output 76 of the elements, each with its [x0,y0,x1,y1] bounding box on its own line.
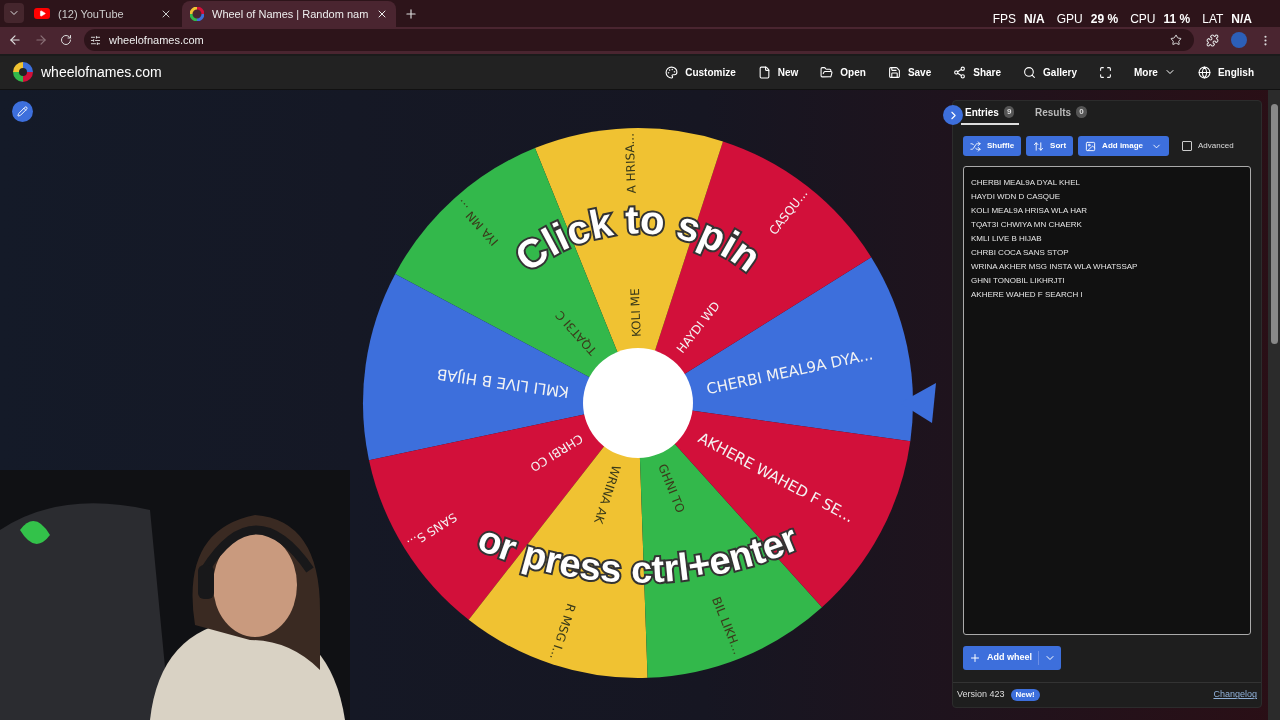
entry-line: WRINA AKHER MSG INSTA WLA WHATSSAP [971,261,1139,273]
menu-button[interactable]: Gallery [1023,64,1077,80]
plus-icon [969,652,981,664]
extensions-icon[interactable] [1206,33,1219,47]
scrollbar-thumb[interactable] [1270,104,1278,344]
edit-button[interactable] [12,101,33,122]
image-icon [1085,140,1097,152]
address-bar[interactable]: wheelofnames.com [84,29,1194,52]
new-tab-icon[interactable] [404,6,419,21]
add-wheel-button[interactable]: Add wheel [963,646,1061,670]
fullscreen-icon[interactable] [1098,65,1112,79]
changelog-link[interactable]: Changelog [1213,688,1257,702]
panel-tab[interactable]: Entries 9 [961,101,1019,125]
new-badge: New! [1010,689,1040,701]
stat-label: GPU [1056,11,1083,28]
stat-label: CPU [1130,11,1156,28]
palette-icon [665,65,679,79]
share-icon [953,65,967,79]
menu-button[interactable]: New [757,64,799,80]
toolbar-button[interactable]: Shuffle [963,136,1022,156]
globe-icon [1197,65,1211,79]
entries-field[interactable] [963,166,1251,635]
address-text: wheelofnames.com [109,32,204,48]
collapse-button[interactable] [943,105,963,125]
slice-label: GHNI TO [655,461,688,515]
sort-icon [1033,140,1045,152]
entry-line: CHERBI MEAL9A DYAL KHEL [971,177,1081,189]
entry-line: KMLI LIVE B HIJAB [971,233,1043,245]
site-logo-text[interactable]: wheelofnames.com [41,61,162,83]
stat-value: N/A [1231,11,1252,28]
tab-list-button[interactable] [4,2,24,23]
pencil-icon [17,106,28,117]
version-text: Version 423 [957,688,1005,702]
folder-icon [820,65,834,79]
menu-button[interactable]: Share [953,64,1002,80]
slice-label: KMLI LIVE B HIJAB [435,364,571,402]
stat-label: FPS [992,11,1017,28]
slice-label: KOLI ME [628,288,644,338]
menu-button[interactable]: Save [887,64,932,80]
entry-line: HAYDI WDN D CASQUE [971,191,1062,203]
panel-tab[interactable]: Results 0 [1031,101,1091,125]
entry-line: TQAT3I CHWIYA MN CHAERK [971,219,1083,231]
slice-label: IYA MN ... [452,197,502,249]
reload-icon[interactable] [60,34,72,47]
stat-value: N/A [1024,11,1045,28]
stat-value: 29 % [1090,11,1119,28]
browser-tab[interactable]: Wheel of Names | Random nam [182,0,397,27]
entry-line: AKHERE WAHED F SEARCH I [971,289,1084,301]
menu-button[interactable]: English [1197,64,1254,80]
logo-icon [12,61,34,84]
site-settings-icon[interactable] [90,34,101,46]
advanced-checkbox[interactable] [1182,141,1192,151]
toolbar-button[interactable]: Sort [1026,136,1074,156]
stat-value: 11 % [1163,11,1191,28]
menu-button[interactable]: Customize [665,64,736,80]
stat-label: LAT [1202,11,1224,28]
search-icon [1023,65,1037,79]
browser-tab[interactable]: (12) YouTube [26,0,180,27]
more-menu-button[interactable]: More [1133,64,1176,80]
shuffle-icon [970,140,981,152]
file-icon [757,65,771,79]
entry-line: GHNI TONOBIL LIKHRJTI [971,275,1066,287]
slice-label: BIL LIKH... [709,594,745,657]
entry-line: CHRBI COCA SANS STOP [971,247,1070,259]
toolbar-button[interactable]: Add image [1078,136,1169,156]
checkbox-label: Advanced [1198,140,1234,152]
menu-button[interactable]: Open [820,64,866,80]
tab-title: Wheel of Names | Random nam [212,6,369,22]
slice-label: A HRISA... [622,132,639,194]
slice-label: CHERBI MEAL9A DYA... [704,345,875,399]
bookmark-icon[interactable] [1170,34,1182,47]
wheel-logo-icon [190,6,204,21]
slice-label: R MSG I... [546,601,579,662]
tab-title: (12) YouTube [58,6,125,22]
video-logo-icon [34,8,50,20]
entry-line: KOLI MEAL9A HRISA WLA HAR [971,205,1089,217]
